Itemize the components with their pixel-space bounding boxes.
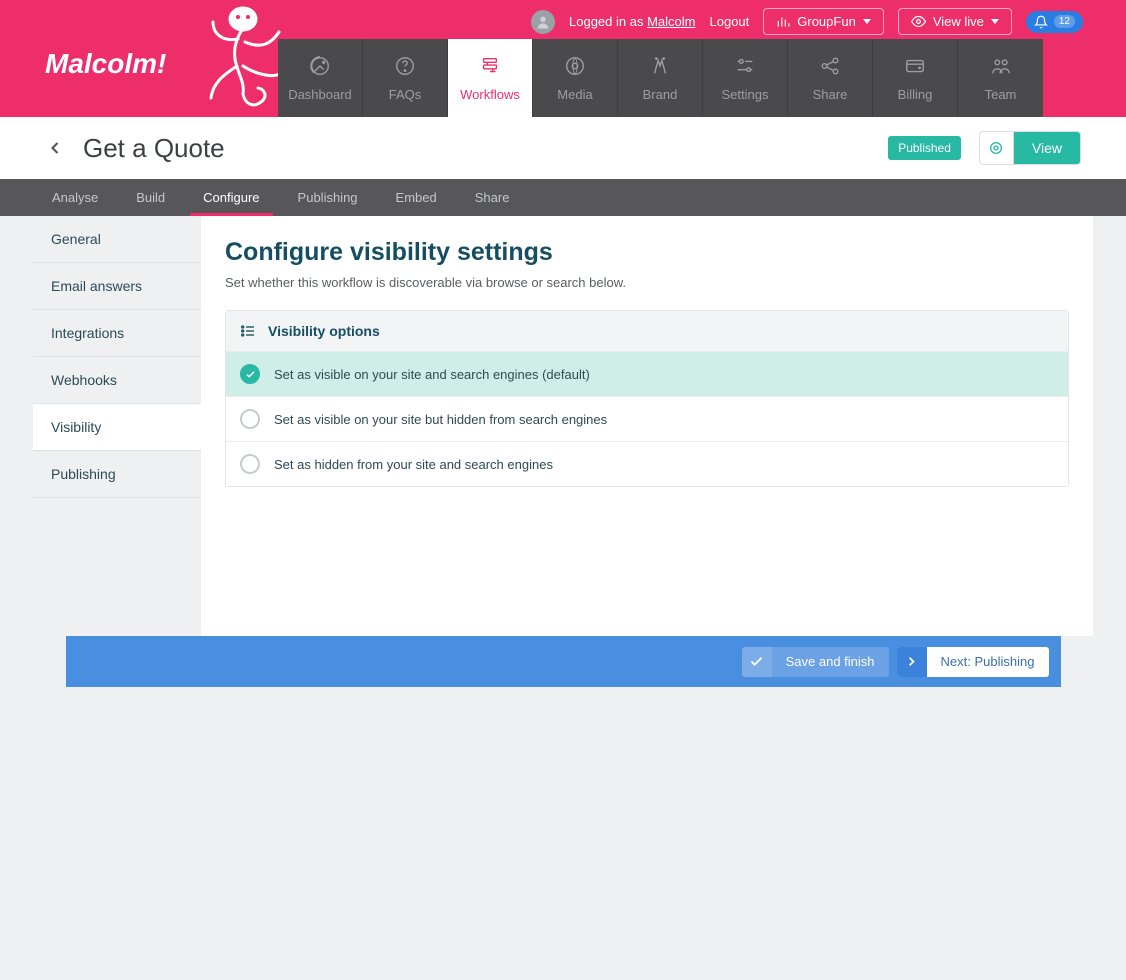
subtab-share[interactable]: Share <box>456 179 529 216</box>
option-label: Set as visible on your site and search e… <box>274 367 590 382</box>
sidenav-integrations[interactable]: Integrations <box>33 310 201 357</box>
visibility-option-0[interactable]: Set as visible on your site and search e… <box>226 351 1068 396</box>
user-link[interactable]: Malcolm <box>647 14 695 29</box>
sidenav-publishing[interactable]: Publishing <box>33 451 201 498</box>
nav-label: Team <box>985 87 1017 102</box>
view-icon-box[interactable] <box>980 132 1014 164</box>
nav-label: Workflows <box>460 87 520 102</box>
sidenav-general[interactable]: General <box>33 216 201 263</box>
radio-icon <box>240 364 260 384</box>
eye-icon <box>911 14 926 29</box>
option-label: Set as hidden from your site and search … <box>274 457 553 472</box>
visibility-option-2[interactable]: Set as hidden from your site and search … <box>226 441 1068 486</box>
panel-subtitle: Set whether this workflow is discoverabl… <box>225 275 1069 290</box>
billing-icon <box>904 55 926 77</box>
sidenav-webhooks[interactable]: Webhooks <box>33 357 201 404</box>
visibility-option-1[interactable]: Set as visible on your site but hidden f… <box>226 396 1068 441</box>
nav-label: Billing <box>898 87 933 102</box>
notifications-button[interactable]: 12 <box>1026 11 1083 33</box>
subtab-publishing[interactable]: Publishing <box>279 179 377 216</box>
org-name: GroupFun <box>797 14 856 29</box>
radio-icon <box>240 409 260 429</box>
sidenav-visibility[interactable]: Visibility <box>33 404 201 451</box>
view-button-group: View <box>979 131 1081 165</box>
subtab-build[interactable]: Build <box>117 179 184 216</box>
team-icon <box>990 55 1012 77</box>
subtab-configure[interactable]: Configure <box>184 179 278 216</box>
back-chevron-icon[interactable] <box>45 138 65 158</box>
chevron-down-icon <box>991 19 999 24</box>
card-title: Visibility options <box>268 323 380 339</box>
nav-billing[interactable]: Billing <box>873 39 958 117</box>
option-label: Set as visible on your site but hidden f… <box>274 412 607 427</box>
panel-title: Configure visibility settings <box>225 238 1069 267</box>
nav-faqs[interactable]: FAQs <box>363 39 448 117</box>
view-live-label: View live <box>933 14 984 29</box>
sidenav-email[interactable]: Email answers <box>33 263 201 310</box>
media-icon <box>564 55 586 77</box>
radio-icon <box>240 454 260 474</box>
brand-icon <box>649 55 671 77</box>
list-icon <box>240 323 256 339</box>
eye-icon <box>988 140 1004 156</box>
nav-brand[interactable]: Brand <box>618 39 703 117</box>
status-badge: Published <box>888 136 961 160</box>
avatar[interactable] <box>531 10 555 34</box>
nav-settings[interactable]: Settings <box>703 39 788 117</box>
nav-label: Media <box>557 87 592 102</box>
settings-icon <box>734 55 756 77</box>
logout-link[interactable]: Logout <box>710 14 750 29</box>
faqs-icon <box>394 55 416 77</box>
visibility-options-card: Visibility options Set as visible on you… <box>225 310 1069 487</box>
save-and-finish-button[interactable]: Save and finish <box>742 647 889 677</box>
view-button[interactable]: View <box>1014 132 1080 164</box>
subtab-analyse[interactable]: Analyse <box>33 179 117 216</box>
login-status: Logged in as Malcolm <box>569 14 695 29</box>
share-icon <box>819 55 841 77</box>
nav-label: Dashboard <box>288 87 352 102</box>
nav-label: Share <box>813 87 848 102</box>
nav-dashboard[interactable]: Dashboard <box>278 39 363 117</box>
nav-label: Settings <box>722 87 769 102</box>
chevron-down-icon <box>863 19 871 24</box>
org-selector-button[interactable]: GroupFun <box>763 8 884 35</box>
nav-media[interactable]: Media <box>533 39 618 117</box>
chevron-right-icon <box>897 647 927 677</box>
next-button-label: Next: Publishing <box>927 647 1049 677</box>
nav-team[interactable]: Team <box>958 39 1043 117</box>
workflows-icon <box>479 55 501 77</box>
page-title: Get a Quote <box>83 133 225 164</box>
brand-name: Malcolm! <box>45 48 166 80</box>
nav-workflows[interactable]: Workflows <box>448 39 533 117</box>
bell-icon <box>1034 15 1048 29</box>
bar-chart-icon <box>776 15 790 29</box>
next-button[interactable]: Next: Publishing <box>897 647 1049 677</box>
check-icon <box>742 647 772 677</box>
save-button-label: Save and finish <box>772 647 889 677</box>
subtab-embed[interactable]: Embed <box>377 179 456 216</box>
nav-label: FAQs <box>389 87 422 102</box>
dashboard-icon <box>309 55 331 77</box>
nav-share[interactable]: Share <box>788 39 873 117</box>
nav-label: Brand <box>643 87 678 102</box>
view-live-button[interactable]: View live <box>898 8 1012 35</box>
notification-count: 12 <box>1054 15 1075 28</box>
